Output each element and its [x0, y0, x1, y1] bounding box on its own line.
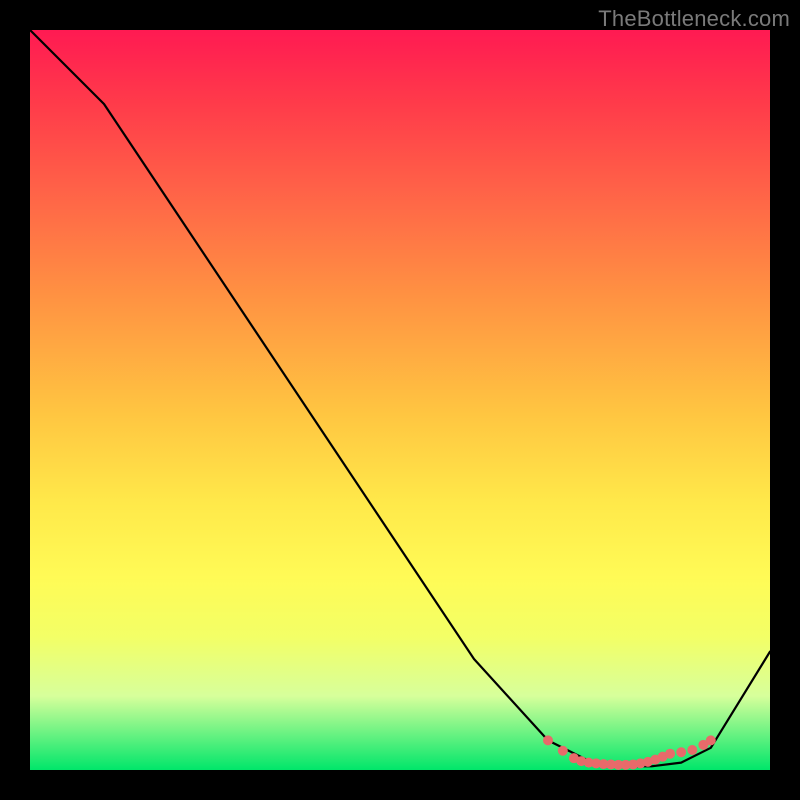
chart-frame: TheBottleneck.com — [0, 0, 800, 800]
valley-dot — [706, 735, 716, 745]
valley-dot — [665, 749, 675, 759]
chart-plot-area — [30, 30, 770, 770]
chart-svg — [30, 30, 770, 770]
valley-dots-group — [543, 735, 716, 769]
valley-dot — [676, 747, 686, 757]
valley-dot — [558, 746, 568, 756]
valley-dot — [543, 735, 553, 745]
curve-path — [30, 30, 770, 766]
attribution-text: TheBottleneck.com — [598, 6, 790, 32]
valley-dot — [687, 745, 697, 755]
